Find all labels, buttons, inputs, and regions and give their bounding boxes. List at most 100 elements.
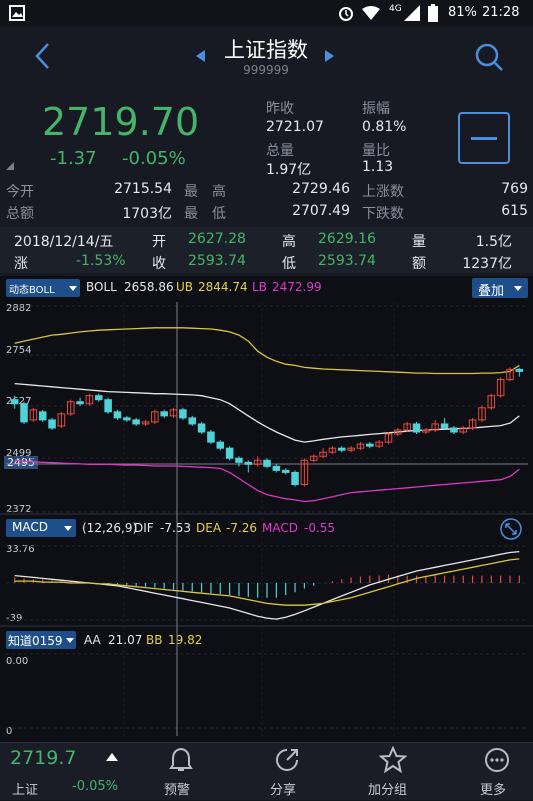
total-vol-value: 1.97亿: [266, 162, 312, 178]
amount-label: 总额: [6, 206, 34, 222]
day-vol-label: 量: [412, 234, 426, 250]
battery-percent: 81%: [448, 5, 477, 20]
candle-body: [123, 417, 131, 421]
up-count-label: 上涨数: [362, 184, 404, 200]
current-price: 2719.70: [42, 100, 200, 144]
candle-body: [235, 457, 243, 463]
day-amt-label: 额: [412, 256, 426, 272]
day-low-value: 2593.74: [318, 253, 376, 269]
alert-button[interactable]: 预警: [156, 743, 206, 801]
signal-icon: [404, 5, 420, 21]
remove-watchlist-button[interactable]: [458, 112, 510, 164]
minus-icon: [471, 137, 497, 140]
candle-body: [216, 441, 225, 449]
share-button[interactable]: 分享: [262, 743, 312, 801]
corner-indicator-icon: [6, 162, 14, 170]
gallery-icon: [9, 5, 25, 21]
prev-close-label: 昨收: [266, 101, 294, 117]
candle-body: [291, 471, 299, 486]
day-low-label: 低: [282, 256, 296, 272]
star-icon: [379, 746, 407, 774]
app-header: 上证指数 999999: [0, 26, 533, 90]
alarm-icon: [339, 7, 353, 21]
candle-body: [515, 368, 524, 372]
down-count-label: 下跌数: [362, 206, 404, 222]
candle-body: [132, 419, 140, 425]
open-value: 2715.54: [114, 181, 172, 197]
next-stock-icon[interactable]: [324, 50, 334, 62]
high-label: 最 高: [184, 184, 226, 200]
more-button[interactable]: 更多: [472, 743, 522, 801]
share-label: 分享: [270, 783, 297, 798]
candle-body: [160, 411, 168, 417]
more-label: 更多: [480, 783, 507, 798]
candle-body: [272, 465, 281, 471]
candle-body: [104, 399, 112, 413]
price-change-pct: -0.05%: [122, 148, 186, 169]
search-icon[interactable]: [474, 42, 504, 72]
vol-ratio-label: 量比: [362, 143, 390, 159]
day-date: 2018/12/14/五: [14, 234, 114, 250]
vol-ratio-value: 1.13: [362, 159, 394, 175]
low-value: 2707.49: [292, 203, 350, 219]
up-count-value: 769: [501, 181, 528, 197]
total-vol-label: 总量: [266, 143, 294, 159]
chart-plot: [0, 302, 533, 736]
network-type: 4G: [389, 4, 402, 14]
bottom-price: 2719.7: [10, 747, 77, 769]
boll-mid-line: [14, 382, 520, 443]
day-close-label: 收: [152, 256, 166, 272]
alert-label: 预警: [164, 783, 191, 798]
amplitude-value: 0.81%: [362, 119, 407, 135]
add-group-label: 加分组: [368, 783, 408, 798]
clock: 21:28: [482, 5, 520, 20]
chart-area[interactable]: 动态BOLL BOLL 2658.86 UB 2844.74 LB 2472.9…: [0, 276, 533, 742]
candle-body: [225, 447, 234, 459]
day-open-label: 开: [152, 234, 166, 250]
candle-body: [412, 423, 421, 433]
boll-upper-line: [14, 327, 520, 375]
amount-value: 1703亿: [122, 206, 172, 222]
candle-body: [197, 423, 206, 433]
candle-body: [207, 431, 215, 443]
amplitude-label: 振幅: [362, 101, 390, 117]
candle-body: [337, 447, 346, 451]
day-open-value: 2627.28: [188, 231, 246, 247]
candle-body: [244, 461, 253, 465]
prev-stock-icon[interactable]: [196, 50, 206, 62]
status-bar: 4G 81% 21:28: [0, 0, 533, 26]
day-vol-value: 1.5亿: [475, 234, 512, 250]
candle-body: [10, 399, 19, 405]
candle-body: [179, 409, 187, 419]
stock-code: 999999: [243, 63, 289, 77]
day-high-value: 2629.16: [318, 231, 376, 247]
bottom-bar: 2719.7 上证 -0.05% 预警 分享 加分组 更多: [0, 742, 533, 800]
candle-body: [48, 419, 56, 429]
candle-body: [440, 423, 449, 429]
candle-body: [450, 427, 458, 433]
candle-body: [20, 403, 28, 423]
bottom-name: 上证: [12, 783, 39, 798]
candle-body: [366, 443, 374, 447]
candle-body: [76, 401, 84, 405]
candle-body: [113, 411, 122, 419]
share-icon: [276, 749, 298, 771]
low-label: 最 低: [184, 206, 226, 222]
up-arrow-icon: [106, 753, 118, 761]
candle-body: [38, 411, 47, 421]
high-value: 2729.46: [292, 181, 350, 197]
day-close-value: 2593.74: [188, 253, 246, 269]
candle-body: [95, 395, 103, 401]
back-icon[interactable]: [34, 42, 50, 70]
candle-body: [188, 417, 197, 425]
day-chg-value: -1.53%: [76, 253, 126, 269]
candle-body: [281, 469, 290, 473]
page-title: 上证指数: [224, 38, 308, 62]
day-high-label: 高: [282, 234, 296, 250]
wifi-icon: [362, 6, 380, 20]
price-change: -1.37: [50, 148, 97, 169]
open-label: 今开: [6, 184, 34, 200]
more-icon: [485, 748, 509, 772]
add-group-button[interactable]: 加分组: [362, 743, 424, 801]
bell-icon: [169, 747, 193, 771]
